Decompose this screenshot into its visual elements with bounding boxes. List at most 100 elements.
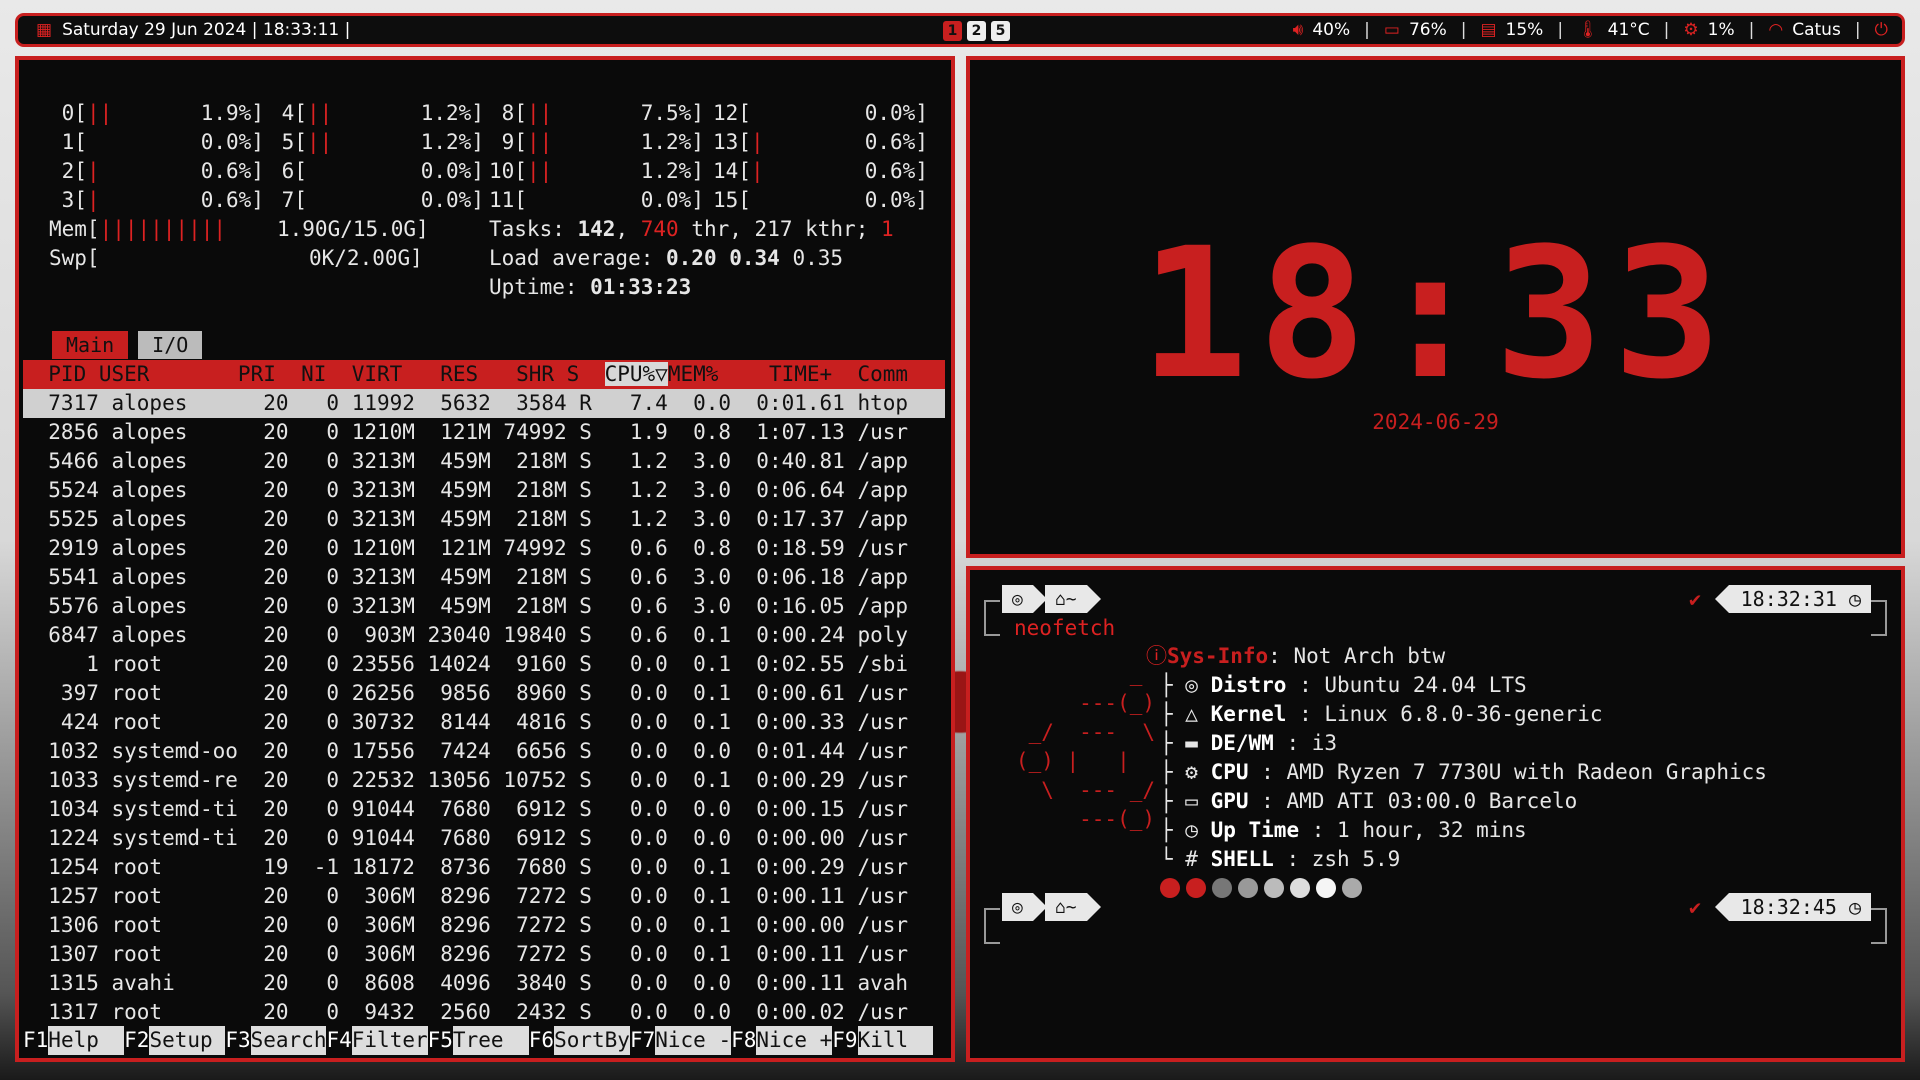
- sort-column-cpu[interactable]: CPU%▽: [604, 362, 668, 386]
- fkey-label[interactable]: SortBy: [554, 1026, 630, 1055]
- sysinfo-value: : AMD Ryzen 7 7730U with Radeon Graphics: [1248, 760, 1767, 784]
- table-row[interactable]: 1317 root 20 0 9432 2560 2432 S 0.0 0.0 …: [23, 998, 945, 1027]
- color-swatch: [1316, 878, 1336, 898]
- linux-icon: △: [1185, 702, 1198, 726]
- power-icon[interactable]: ⏻: [1875, 20, 1888, 40]
- sysinfo-label: GPU: [1197, 789, 1249, 813]
- prompt-2[interactable]: ◎ ⌂ ~: [1002, 892, 1101, 922]
- table-row[interactable]: 1306 root 20 0 306M 8296 7272 S 0.0 0.1 …: [23, 911, 945, 940]
- tree-connector: ├: [1160, 818, 1186, 842]
- tab-io[interactable]: I/O: [138, 331, 203, 359]
- tab-main[interactable]: Main: [52, 331, 129, 359]
- clock-icon: ◷: [1848, 894, 1861, 919]
- workspace-2[interactable]: 2: [967, 21, 986, 41]
- function-key-bar: F1 Help F2 Setup F3 Search F4 Filter F5 Tree F6…: [23, 1026, 945, 1055]
- memory-value: 15%: [1505, 20, 1544, 40]
- temperature-value: 41°C: [1607, 20, 1650, 40]
- table-row[interactable]: 5576 alopes 20 0 3213M 459M 218M S 0.6 3…: [23, 592, 945, 621]
- fkey-label[interactable]: Kill: [857, 1026, 934, 1055]
- table-row[interactable]: 2856 alopes 20 0 1210M 121M 74992 S 1.9 …: [23, 418, 945, 447]
- big-clock: 18:33: [1139, 210, 1732, 419]
- fkey-f3[interactable]: F3: [225, 1026, 250, 1055]
- battery-module: ▭ 76%: [1384, 20, 1447, 40]
- fkey-f6[interactable]: F6: [529, 1026, 554, 1055]
- sysinfo-row: ├ △ Kernel : Linux 6.8.0-36-generic: [1160, 700, 1603, 729]
- table-row[interactable]: 2919 alopes 20 0 1210M 121M 74992 S 0.6 …: [23, 534, 945, 563]
- sysinfo-row: ├ ▭ GPU : AMD ATI 03:00.0 Barcelo: [1160, 787, 1577, 816]
- table-row[interactable]: 397 root 20 0 26256 9856 8960 S 0.0 0.1 …: [23, 679, 945, 708]
- separator: |: [1748, 20, 1755, 40]
- fkey-f5[interactable]: F5: [428, 1026, 453, 1055]
- table-row[interactable]: 1254 root 19 -1 18172 8736 7680 S 0.0 0.…: [23, 853, 945, 882]
- table-row[interactable]: 1 root 20 0 23556 14024 9160 S 0.0 0.1 0…: [23, 650, 945, 679]
- clock-icon: ◷: [1848, 586, 1861, 611]
- table-row[interactable]: 5525 alopes 20 0 3213M 459M 218M S 1.2 3…: [23, 505, 945, 534]
- clock-icon: ◷: [1185, 818, 1198, 842]
- table-row[interactable]: 1034 systemd-ti 20 0 91044 7680 6912 S 0…: [23, 795, 945, 824]
- workspace-5[interactable]: 5: [991, 21, 1010, 41]
- tree-connector: └: [1160, 847, 1186, 871]
- sysinfo-label: CPU: [1197, 760, 1249, 784]
- color-swatch: [1186, 878, 1206, 898]
- cpu-meter-6: 6[ 0.0%]: [269, 159, 484, 183]
- sysinfo-value: : AMD ATI 03:00.0 Barcelo: [1248, 789, 1578, 813]
- table-row[interactable]: 1315 avahi 20 0 8608 4096 3840 S 0.0 0.0…: [23, 969, 945, 998]
- prompt-bracket: [984, 908, 1000, 944]
- separator: |: [1557, 20, 1564, 40]
- table-row[interactable]: 6847 alopes 20 0 903M 23040 19840 S 0.6 …: [23, 621, 945, 650]
- table-row[interactable]: 5541 alopes 20 0 3213M 459M 218M S 0.6 3…: [23, 563, 945, 592]
- cpu-meter-7: 7[ 0.0%]: [269, 188, 484, 212]
- table-row[interactable]: 7317 alopes 20 0 11992 5632 3584 R 7.4 0…: [23, 389, 945, 418]
- fkey-label[interactable]: Nice -: [655, 1026, 732, 1055]
- cpu-value: 1%: [1707, 20, 1735, 40]
- command-text: neofetch: [1014, 616, 1116, 640]
- table-row[interactable]: 5524 alopes 20 0 3213M 459M 218M S 1.2 3…: [23, 476, 945, 505]
- fkey-f2[interactable]: F2: [124, 1026, 149, 1055]
- timestamp-1: 18:32:31 ◷: [1714, 584, 1871, 614]
- fkey-label[interactable]: Help: [48, 1026, 125, 1055]
- color-swatch: [1238, 878, 1258, 898]
- fkey-f1[interactable]: F1: [23, 1026, 48, 1055]
- table-row[interactable]: 1032 systemd-oo 20 0 17556 7424 6656 S 0…: [23, 737, 945, 766]
- table-row[interactable]: 1307 root 20 0 306M 8296 7272 S 0.0 0.1 …: [23, 940, 945, 969]
- prompt-arrow: [1714, 893, 1729, 921]
- fkey-label[interactable]: Search: [250, 1026, 327, 1055]
- status-modules: 🔊︎ 40% | ▭ 76% | ▤ 15% | 🌡︎ 41°C | ⚙ 1% | ◠ Ca…: [1293, 16, 1888, 44]
- volume-module[interactable]: 🔊︎ 40%: [1293, 20, 1351, 40]
- separator: |: [1854, 20, 1861, 40]
- htop-window[interactable]: 0[|| 1.9%] 1[ 0.0%] 2[| 0.6%] 3[| 0.6%] …: [15, 56, 955, 1062]
- thermometer-icon: 🌡︎: [1577, 20, 1599, 40]
- hash-icon: #: [1185, 847, 1198, 871]
- fkey-f4[interactable]: F4: [326, 1026, 351, 1055]
- cpu-meter-10: 10[|| 1.2%]: [489, 159, 704, 183]
- prompt-bracket: [1871, 908, 1887, 944]
- table-row[interactable]: 5466 alopes 20 0 3213M 459M 218M S 1.2 3…: [23, 447, 945, 476]
- fkey-f8[interactable]: F8: [731, 1026, 756, 1055]
- table-row[interactable]: 1033 systemd-re 20 0 22532 13056 10752 S…: [23, 766, 945, 795]
- cpu-meter-0: 0[|| 1.9%]: [49, 101, 264, 125]
- prompt-bracket: [984, 600, 1000, 636]
- workspace-1[interactable]: 1: [943, 21, 962, 41]
- table-row[interactable]: 1224 systemd-ti 20 0 91044 7680 6912 S 0…: [23, 824, 945, 853]
- sysinfo-row: ├ ▬ DE/WM : i3: [1160, 729, 1337, 758]
- process-table-header[interactable]: PID USER PRI NI VIRT RES SHR S CPU%▽MEM%…: [23, 360, 945, 389]
- fkey-label[interactable]: Nice +: [756, 1026, 833, 1055]
- battery-value: 76%: [1408, 20, 1447, 40]
- wifi-icon: ◠: [1768, 20, 1784, 40]
- home-icon: ⌂: [1054, 896, 1066, 918]
- table-row[interactable]: 424 root 20 0 30732 8144 4816 S 0.0 0.1 …: [23, 708, 945, 737]
- ubuntu-icon: ◎: [1002, 893, 1033, 921]
- wifi-module[interactable]: ◠ Catus: [1768, 20, 1840, 40]
- wifi-name: Catus: [1792, 20, 1841, 40]
- fkey-label[interactable]: Tree: [452, 1026, 529, 1055]
- ubuntu-icon: ◎: [1002, 585, 1033, 613]
- fkey-f9[interactable]: F9: [832, 1026, 857, 1055]
- terminal-window[interactable]: ◎ ⌂ ~ neofetch ✔ 18:32:31 ◷ _ ---(_) _/ --…: [966, 566, 1905, 1062]
- table-row[interactable]: 1257 root 20 0 306M 8296 7272 S 0.0 0.1 …: [23, 882, 945, 911]
- prompt-arrow: [1714, 585, 1729, 613]
- fkey-label[interactable]: Setup: [149, 1026, 226, 1055]
- cpu-meter-15: 15[ 0.0%]: [713, 188, 928, 212]
- tree-connector: ├: [1160, 702, 1186, 726]
- fkey-label[interactable]: Filter: [351, 1026, 428, 1055]
- fkey-f7[interactable]: F7: [630, 1026, 655, 1055]
